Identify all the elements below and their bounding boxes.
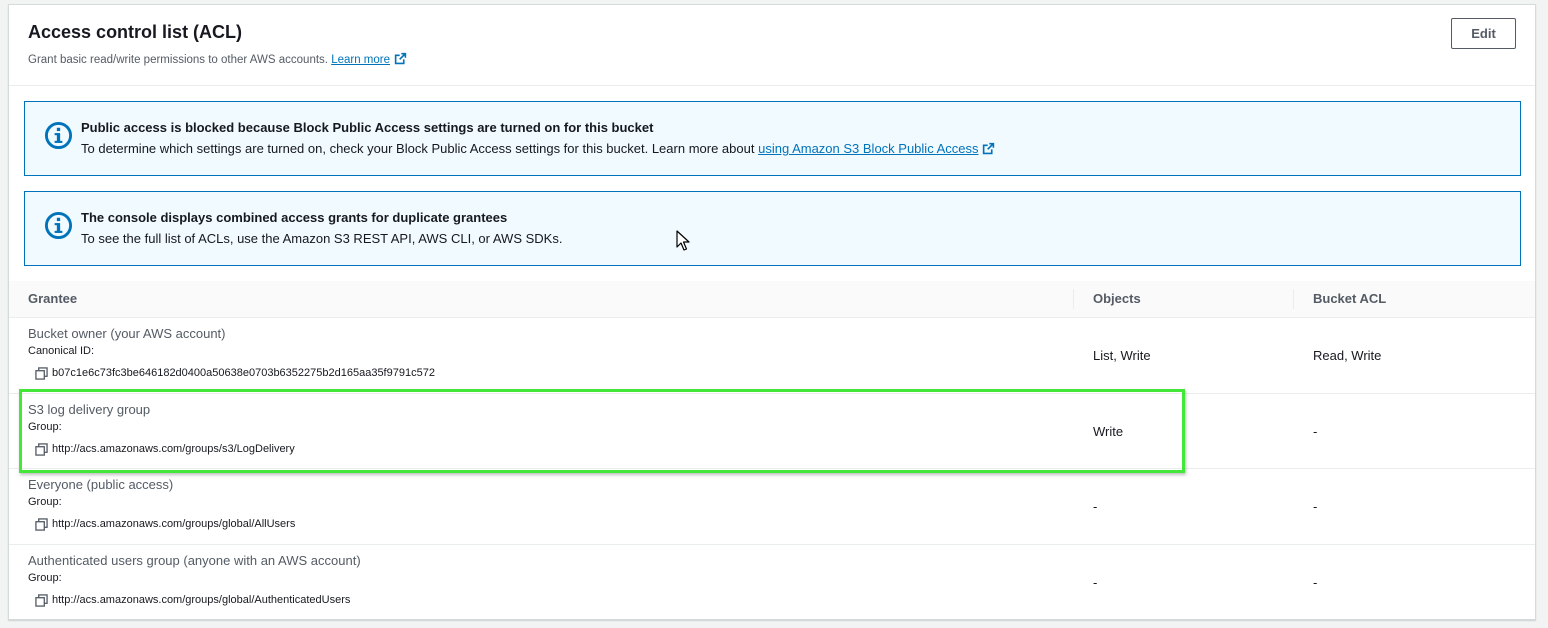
external-link-icon[interactable] bbox=[394, 52, 407, 65]
grantee-name: Authenticated users group (anyone with a… bbox=[28, 552, 361, 568]
learn-more-link[interactable]: Learn more bbox=[331, 54, 390, 66]
block-public-access-alert: Public access is blocked because Block P… bbox=[24, 101, 1521, 176]
info-circle-icon bbox=[44, 211, 73, 240]
table-row-bucket-owner: Bucket owner (your AWS account) Canonica… bbox=[9, 318, 1535, 394]
grantee-id-value: http://acs.amazonaws.com/groups/global/A… bbox=[52, 593, 351, 606]
column-divider bbox=[1073, 289, 1074, 309]
objects-permission: - bbox=[1093, 574, 1098, 590]
alert-body-text: To determine which settings are turned o… bbox=[81, 141, 755, 156]
column-header-objects: Objects bbox=[1093, 291, 1141, 306]
grantee-name: Bucket owner (your AWS account) bbox=[28, 326, 226, 341]
grantee-id-label: Group: bbox=[28, 571, 62, 584]
info-circle-icon bbox=[44, 121, 73, 150]
panel-description: Grant basic read/write permissions to ot… bbox=[28, 52, 407, 66]
external-link-icon[interactable] bbox=[982, 142, 995, 155]
bucket-acl-permission: - bbox=[1313, 499, 1318, 514]
alert-body: To determine which settings are turned o… bbox=[81, 141, 995, 156]
copy-icon[interactable] bbox=[35, 442, 48, 456]
description-text: Grant basic read/write permissions to ot… bbox=[28, 54, 328, 66]
alert-title: Public access is blocked because Block P… bbox=[81, 120, 654, 135]
acl-panel: Access control list (ACL) Grant basic re… bbox=[8, 4, 1536, 620]
duplicate-grantees-alert: The console displays combined access gra… bbox=[24, 191, 1521, 266]
grantee-id-label: Group: bbox=[28, 420, 62, 433]
bucket-acl-permission: Read, Write bbox=[1313, 348, 1382, 363]
table-row-log-delivery: S3 log delivery group Group: http://acs.… bbox=[9, 394, 1535, 469]
column-header-grantee: Grantee bbox=[28, 291, 78, 306]
copy-icon[interactable] bbox=[35, 518, 48, 531]
bucket-acl-permission: - bbox=[1313, 423, 1318, 439]
grantee-id-label: Canonical ID: bbox=[28, 345, 95, 357]
objects-permission: List, Write bbox=[1093, 348, 1151, 363]
grantee-id-label: Group: bbox=[28, 496, 62, 508]
grantee-id-value: b07c1e6c73fc3be646182d0400a50638e0703b63… bbox=[52, 367, 435, 379]
column-header-bucket-acl: Bucket ACL bbox=[1313, 291, 1387, 306]
panel-header: Access control list (ACL) Grant basic re… bbox=[9, 5, 1535, 86]
alert-body: To see the full list of ACLs, use the Am… bbox=[81, 231, 563, 246]
grantee-id-value: http://acs.amazonaws.com/groups/s3/LogDe… bbox=[52, 442, 295, 455]
objects-permission: Write bbox=[1093, 423, 1124, 439]
grantee-name: Everyone (public access) bbox=[28, 477, 174, 492]
grantee-name: S3 log delivery group bbox=[28, 401, 151, 417]
grantee-id-value: http://acs.amazonaws.com/groups/global/A… bbox=[52, 518, 296, 530]
copy-icon[interactable] bbox=[35, 593, 48, 607]
alert-title: The console displays combined access gra… bbox=[81, 210, 508, 225]
table-header: Grantee Objects Bucket ACL bbox=[9, 281, 1535, 318]
page-title: Access control list (ACL) bbox=[28, 22, 243, 42]
table-row-everyone: Everyone (public access) Group: http://a… bbox=[9, 469, 1535, 545]
column-divider bbox=[1293, 289, 1294, 309]
bucket-acl-permission: - bbox=[1313, 574, 1318, 590]
objects-permission: - bbox=[1093, 499, 1098, 514]
block-public-access-link[interactable]: using Amazon S3 Block Public Access bbox=[758, 141, 978, 156]
copy-icon[interactable] bbox=[35, 367, 48, 380]
acl-table: Grantee Objects Bucket ACL Bucket owner … bbox=[9, 281, 1535, 620]
table-row-authenticated-users: Authenticated users group (anyone with a… bbox=[9, 545, 1535, 621]
edit-button[interactable]: Edit bbox=[1451, 18, 1516, 49]
